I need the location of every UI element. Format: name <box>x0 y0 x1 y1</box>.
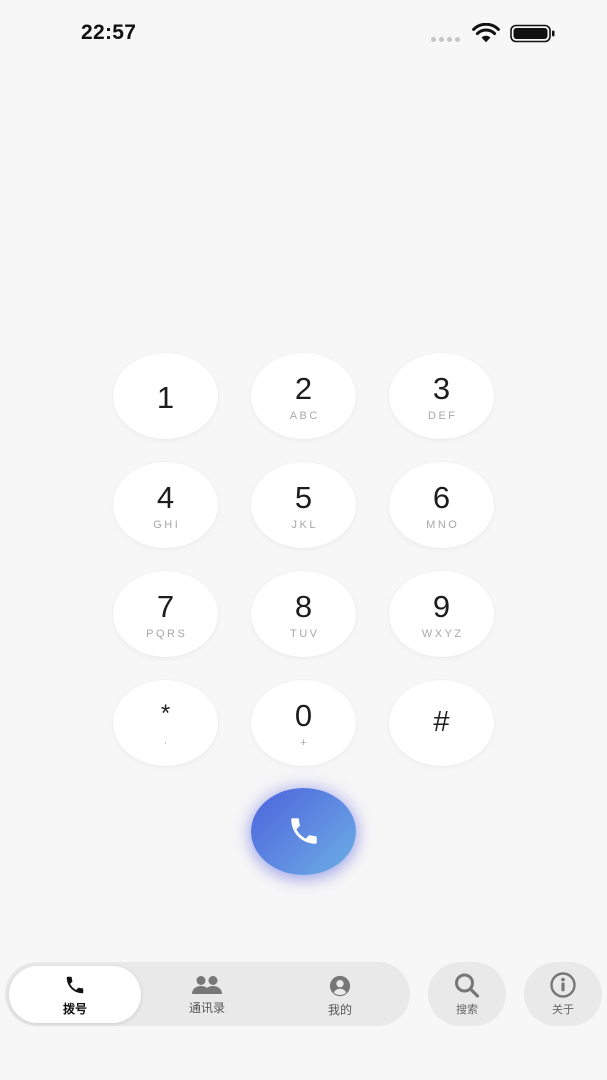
key-letters: MNO <box>426 519 460 531</box>
key-letters: + <box>300 737 310 749</box>
call-button[interactable] <box>251 788 356 875</box>
key-1[interactable]: 1 <box>113 353 218 439</box>
user-circle-icon <box>329 975 351 997</box>
key-digit: 7 <box>156 589 175 624</box>
key-digit: 4 <box>156 480 175 515</box>
key-digit: 2 <box>294 371 313 406</box>
key-letters: ABC <box>289 410 320 422</box>
key-letters: TUV <box>290 628 320 640</box>
key-3[interactable]: 3 DEF <box>389 353 494 439</box>
key-0[interactable]: 0 + <box>251 680 356 766</box>
key-digit: 0 <box>294 698 313 733</box>
phone-icon <box>66 976 84 994</box>
phone-icon <box>291 818 317 844</box>
key-5[interactable]: 5 JKL <box>251 462 356 548</box>
key-hash[interactable]: # <box>389 680 494 766</box>
key-letters: · <box>163 737 170 749</box>
key-letters: JKL <box>291 519 318 531</box>
tab-label: 我的 <box>327 1003 352 1017</box>
info-icon <box>550 972 576 998</box>
search-button[interactable]: 搜索 <box>428 962 506 1026</box>
tab-contacts[interactable]: 通讯录 <box>148 966 266 1023</box>
key-digit: 6 <box>432 480 451 515</box>
key-digit: 8 <box>294 589 313 624</box>
key-letters: WXYZ <box>421 628 464 640</box>
key-4[interactable]: 4 GHI <box>113 462 218 548</box>
tab-label: 通讯录 <box>188 1001 225 1015</box>
about-label: 关于 <box>552 1004 574 1016</box>
key-9[interactable]: 9 WXYZ <box>389 571 494 657</box>
key-letters: GHI <box>153 519 181 531</box>
tab-label: 拨号 <box>62 1002 87 1016</box>
key-digit: * <box>160 700 171 727</box>
key-8[interactable]: 8 TUV <box>251 571 356 657</box>
key-digit: 3 <box>432 371 451 406</box>
key-letters: DEF <box>428 410 458 422</box>
dialer-screen: 22:57 1 2 ABC 3 DEF 4 GHI 5 JKL 6 MNO 7 … <box>0 0 607 1080</box>
key-star[interactable]: * · <box>113 680 218 766</box>
dial-keypad: 1 2 ABC 3 DEF 4 GHI 5 JKL 6 MNO 7 PQRS 8 <box>0 0 607 1080</box>
search-icon <box>455 973 480 998</box>
key-6[interactable]: 6 MNO <box>389 462 494 548</box>
key-digit: 1 <box>156 380 175 415</box>
key-7[interactable]: 7 PQRS <box>113 571 218 657</box>
key-digit: 9 <box>432 589 451 624</box>
tab-mine[interactable]: 我的 <box>281 966 399 1023</box>
people-icon <box>192 976 222 994</box>
key-2[interactable]: 2 ABC <box>251 353 356 439</box>
tab-dial[interactable]: 拨号 <box>9 966 141 1023</box>
about-button[interactable]: 关于 <box>524 962 602 1026</box>
key-digit: # <box>433 706 450 738</box>
key-letters: PQRS <box>146 628 188 640</box>
search-label: 搜索 <box>456 1004 478 1016</box>
key-digit: 5 <box>294 480 313 515</box>
